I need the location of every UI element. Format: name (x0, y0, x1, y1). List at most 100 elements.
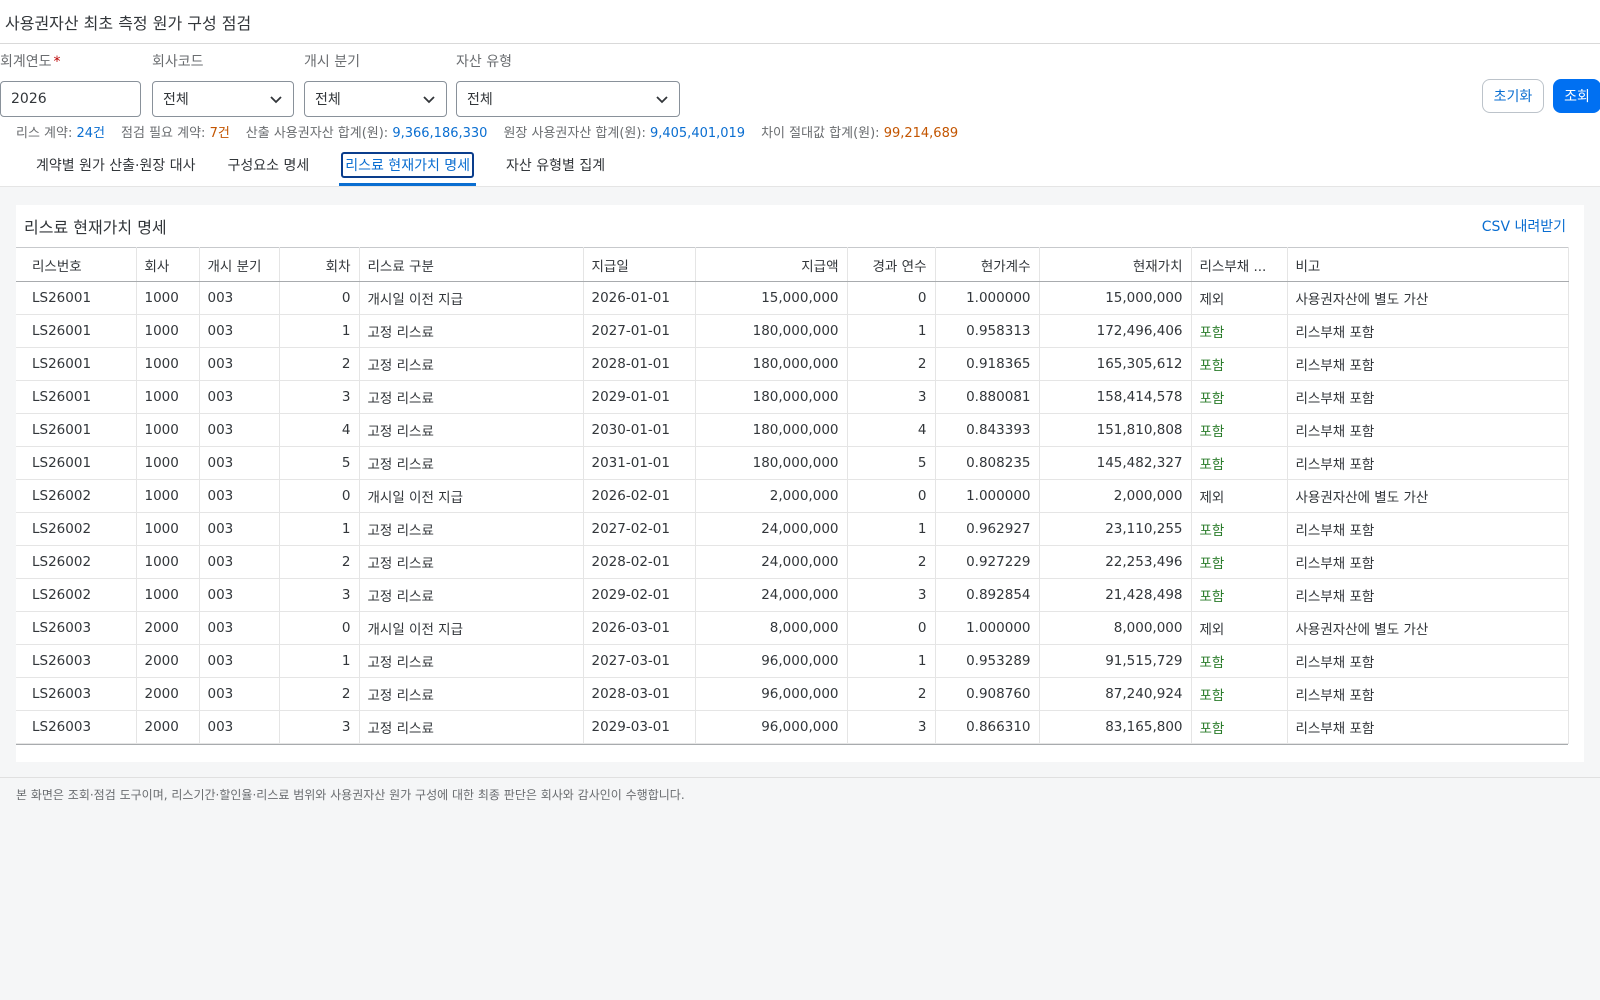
col-lease-liability[interactable]: 리스부채 ... (1191, 247, 1288, 282)
table-cell: 2030-01-01 (583, 413, 696, 447)
csv-download-link[interactable]: CSV 내려받기 (1482, 216, 1566, 236)
table-cell: LS26001 (16, 413, 137, 447)
table-cell: 포함 (1191, 710, 1288, 744)
table-cell: 1000 (136, 512, 200, 546)
tab-lease-payment-pv[interactable]: 리스료 현재가치 명세 (325, 143, 490, 186)
col-installment[interactable]: 회차 (279, 247, 360, 282)
table-cell: 고정 리스료 (359, 413, 584, 447)
col-start-quarter[interactable]: 개시 분기 (199, 247, 280, 282)
table-cell: 고정 리스료 (359, 644, 584, 678)
table-cell: 포함 (1191, 677, 1288, 711)
table-cell: 23,110,255 (1039, 512, 1192, 546)
calculated-total: 산출 사용권자산 합계(원): 9,366,186,330 (245, 125, 488, 141)
table-cell: 리스부채 포함 (1287, 446, 1569, 480)
col-present-value[interactable]: 현재가치 (1039, 247, 1192, 282)
table-cell: 2000 (136, 677, 200, 711)
col-amount[interactable]: 지급액 (695, 247, 848, 282)
table-cell: 96,000,000 (695, 677, 848, 711)
company-code-select[interactable]: 전체 (152, 81, 294, 117)
table-cell: 2,000,000 (1039, 479, 1192, 513)
table-cell: 0 (279, 479, 360, 513)
table-row[interactable]: LS26001 1000 003 4 고정 리스료 2030-01-01 180,000,0… (16, 413, 1569, 447)
table-row[interactable]: LS26003 2000 003 1 고정 리스료 2027-03-01 96,000,00… (16, 644, 1569, 678)
col-elapsed-years[interactable]: 경과 연수 (847, 247, 936, 282)
table-cell: LS26001 (16, 347, 137, 381)
col-payment-type[interactable]: 리스료 구분 (359, 247, 584, 282)
table-cell: 0.918365 (935, 347, 1040, 381)
asset-type-select[interactable]: 전체 (456, 81, 680, 117)
table-cell: 1000 (136, 578, 200, 612)
table-cell: 제외 (1191, 479, 1288, 513)
col-company[interactable]: 회사 (136, 247, 200, 282)
table-cell: 0.843393 (935, 413, 1040, 447)
reset-button[interactable]: 초기화 (1482, 79, 1544, 113)
table-cell: 83,165,800 (1039, 710, 1192, 744)
col-pv-factor[interactable]: 현가계수 (935, 247, 1040, 282)
col-remarks[interactable]: 비고 (1287, 247, 1569, 282)
table-cell: 고정 리스료 (359, 380, 584, 414)
table-cell: 포함 (1191, 446, 1288, 480)
table-cell: 180,000,000 (695, 446, 848, 480)
table-cell: LS26002 (16, 512, 137, 546)
table-cell: 003 (199, 380, 280, 414)
table-cell: 1000 (136, 446, 200, 480)
fiscal-year-input[interactable]: 2026 (0, 81, 141, 117)
table-cell: 포함 (1191, 413, 1288, 447)
table-row[interactable]: LS26003 2000 003 2 고정 리스료 2028-03-01 96,000,00… (16, 677, 1569, 711)
table-cell: 5 (279, 446, 360, 480)
table-cell: 1 (279, 512, 360, 546)
table-cell: 리스부채 포함 (1287, 644, 1569, 678)
table-cell: 2031-01-01 (583, 446, 696, 480)
table-cell: 3 (279, 578, 360, 612)
table-cell: LS26002 (16, 578, 137, 612)
table-cell: LS26003 (16, 611, 137, 645)
table-cell: 8,000,000 (695, 611, 848, 645)
table-cell: 15,000,000 (695, 281, 848, 315)
table-row[interactable]: LS26001 1000 003 1 고정 리스료 2027-01-01 180,000,0… (16, 314, 1569, 348)
table-row[interactable]: LS26002 1000 003 2 고정 리스료 2028-02-01 24,000,00… (16, 545, 1569, 579)
disclaimer-footnote: 본 화면은 조회·점검 도구이며, 리스기간·할인율·리스료 범위와 사용권자산… (0, 777, 1600, 811)
table-cell: 003 (199, 677, 280, 711)
col-pay-date[interactable]: 지급일 (583, 247, 696, 282)
table-row[interactable]: LS26001 1000 003 3 고정 리스료 2029-01-01 180,000,0… (16, 380, 1569, 414)
check-needed-count: 점검 필요 계약: 7건 (121, 125, 230, 141)
table-row[interactable]: LS26002 1000 003 3 고정 리스료 2029-02-01 24,000,00… (16, 578, 1569, 612)
table-cell: 3 (279, 710, 360, 744)
table-row[interactable]: LS26003 2000 003 0 개시일 이전 지급 2026-03-01 8,000,… (16, 611, 1569, 645)
table-row[interactable]: LS26001 1000 003 2 고정 리스료 2028-01-01 180,000,0… (16, 347, 1569, 381)
table-cell: LS26002 (16, 545, 137, 579)
tab-contract-reconciliation[interactable]: 계약별 원가 산출·원장 대사 (20, 143, 211, 186)
start-quarter-select[interactable]: 전체 (304, 81, 447, 117)
table-cell: 2 (847, 677, 936, 711)
table-cell: 003 (199, 611, 280, 645)
company-code-label: 회사코드 (152, 54, 204, 70)
table-row[interactable]: LS26003 2000 003 3 고정 리스료 2029-03-01 96,000,00… (16, 710, 1569, 744)
table-cell: 003 (199, 281, 280, 315)
table-cell: 2,000,000 (695, 479, 848, 513)
table-cell: 1000 (136, 413, 200, 447)
table-cell: 0.808235 (935, 446, 1040, 480)
table-cell: 2029-02-01 (583, 578, 696, 612)
table-cell: 0 (279, 281, 360, 315)
table-cell: 리스부채 포함 (1287, 314, 1569, 348)
table-header-row: 리스번호 회사 개시 분기 회차 리스료 구분 지급일 지급액 경과 연수 현가… (16, 247, 1569, 282)
table-row[interactable]: LS26002 1000 003 1 고정 리스료 2027-02-01 24,000,00… (16, 512, 1569, 546)
panel-header: 리스료 현재가치 명세 CSV 내려받기 (16, 205, 1584, 247)
table-cell: 제외 (1191, 611, 1288, 645)
col-lease-no[interactable]: 리스번호 (16, 247, 137, 282)
table-cell: 고정 리스료 (359, 545, 584, 579)
table-cell: 96,000,000 (695, 644, 848, 678)
table-cell: 151,810,808 (1039, 413, 1192, 447)
table-cell: 고정 리스료 (359, 446, 584, 480)
table-cell: 리스부채 포함 (1287, 413, 1569, 447)
table-cell: 2026-03-01 (583, 611, 696, 645)
tab-asset-type-summary[interactable]: 자산 유형별 집계 (490, 143, 621, 186)
table-row[interactable]: LS26002 1000 003 0 개시일 이전 지급 2026-02-01 2,000,… (16, 479, 1569, 513)
tab-component-detail[interactable]: 구성요소 명세 (211, 143, 325, 186)
table-cell: 003 (199, 479, 280, 513)
table-cell: 고정 리스료 (359, 710, 584, 744)
table-row[interactable]: LS26001 1000 003 0 개시일 이전 지급 2026-01-01 15,000… (16, 281, 1569, 315)
table-row[interactable]: LS26001 1000 003 5 고정 리스료 2031-01-01 180,000,0… (16, 446, 1569, 480)
table-cell: 1.000000 (935, 281, 1040, 315)
search-button[interactable]: 조회 (1553, 79, 1600, 113)
